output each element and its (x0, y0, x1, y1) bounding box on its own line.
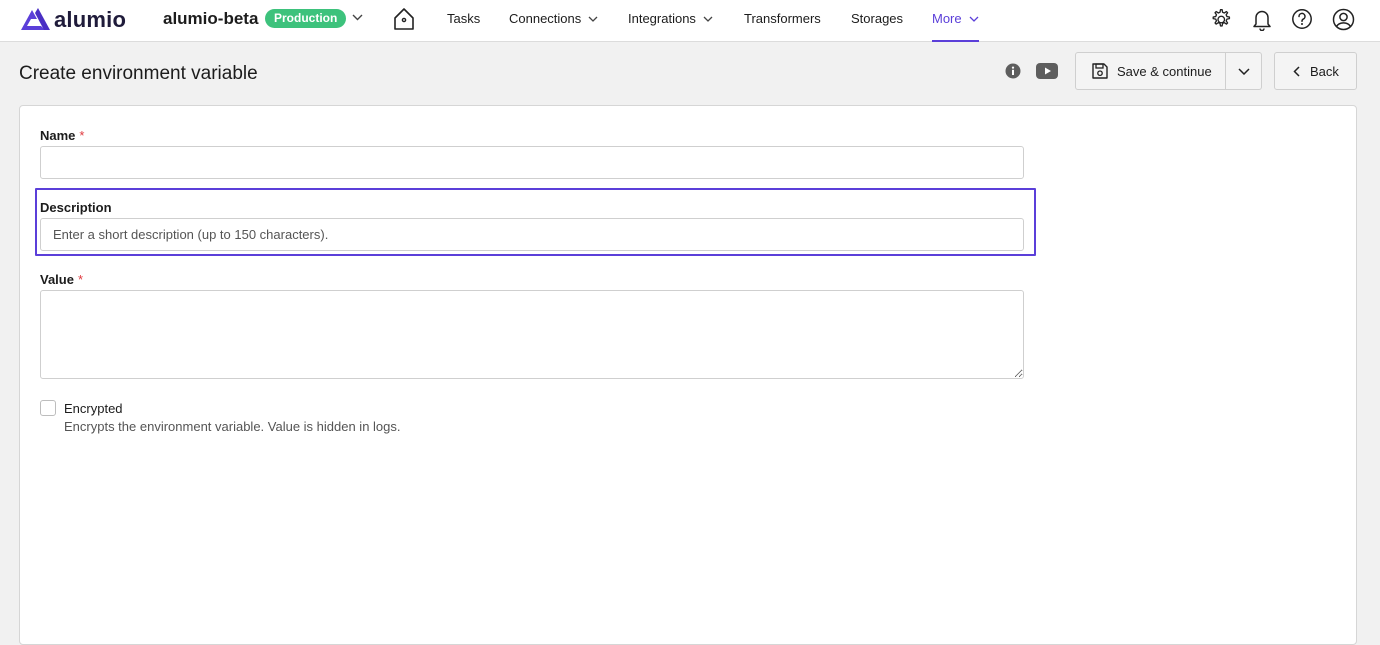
nav-integrations-label: Integrations (628, 11, 696, 26)
nav-integrations[interactable]: Integrations (628, 0, 713, 42)
top-navigation-bar: alumio alumio-beta Production Tasks Conn… (0, 0, 1380, 42)
chevron-down-icon (703, 16, 713, 22)
value-textarea[interactable] (40, 290, 1024, 379)
logo-text: alumio (54, 7, 127, 32)
required-marker: * (77, 272, 84, 287)
back-label: Back (1310, 63, 1339, 79)
name-label-text: Name (40, 128, 76, 143)
encrypted-label[interactable]: Encrypted (64, 401, 123, 417)
info-icon[interactable] (1005, 63, 1021, 79)
save-continue-split-button: Save & continue (1075, 52, 1262, 90)
nav-storages[interactable]: Storages (851, 0, 903, 42)
nav-connections-label: Connections (509, 11, 582, 26)
environment-name[interactable]: alumio-beta (163, 9, 258, 29)
nav-connections[interactable]: Connections (509, 0, 598, 42)
environment-chevron-down-icon[interactable] (352, 14, 363, 21)
save-continue-label: Save & continue (1117, 63, 1212, 79)
name-input[interactable] (40, 146, 1024, 179)
encrypted-checkbox[interactable] (40, 400, 56, 416)
name-label: Name * (40, 128, 84, 144)
environment-variable-form: Name* Description Value* Encrypted Encry… (19, 105, 1357, 645)
nav-tasks[interactable]: Tasks (447, 0, 480, 42)
encrypted-help-text: Encrypts the environment variable. Value… (64, 419, 401, 434)
required-marker: * (79, 128, 85, 143)
nav-more-label: More (932, 11, 962, 26)
alumio-logo-icon (21, 8, 50, 30)
back-button[interactable]: Back (1274, 52, 1357, 90)
nav-transformers[interactable]: Transformers (744, 0, 821, 42)
gear-icon[interactable] (1209, 8, 1232, 31)
chevron-down-icon (588, 16, 598, 22)
value-label: Value * (40, 272, 83, 288)
help-icon[interactable] (1291, 8, 1313, 30)
value-label-text: Value (40, 272, 74, 287)
nav-storages-label: Storages (851, 11, 904, 26)
save-options-dropdown[interactable] (1226, 53, 1261, 89)
description-input[interactable] (40, 218, 1024, 251)
home-icon[interactable] (393, 7, 415, 31)
chevron-down-icon (969, 16, 979, 22)
alumio-logo[interactable]: alumio (19, 6, 126, 34)
user-icon[interactable] (1332, 8, 1355, 31)
nav-more[interactable]: More (932, 0, 979, 42)
chevron-down-icon (1238, 67, 1250, 75)
environment-badge: Production (265, 9, 347, 28)
description-label: Description (40, 200, 112, 215)
save-continue-button[interactable]: Save & continue (1076, 53, 1227, 89)
youtube-icon[interactable] (1036, 63, 1058, 79)
chevron-left-icon (1293, 65, 1300, 77)
page-title: Create environment variable (19, 63, 258, 84)
nav-transformers-label: Transformers (744, 11, 821, 26)
save-icon (1092, 63, 1108, 79)
nav-tasks-label: Tasks (447, 11, 481, 26)
bell-icon[interactable] (1252, 8, 1272, 31)
